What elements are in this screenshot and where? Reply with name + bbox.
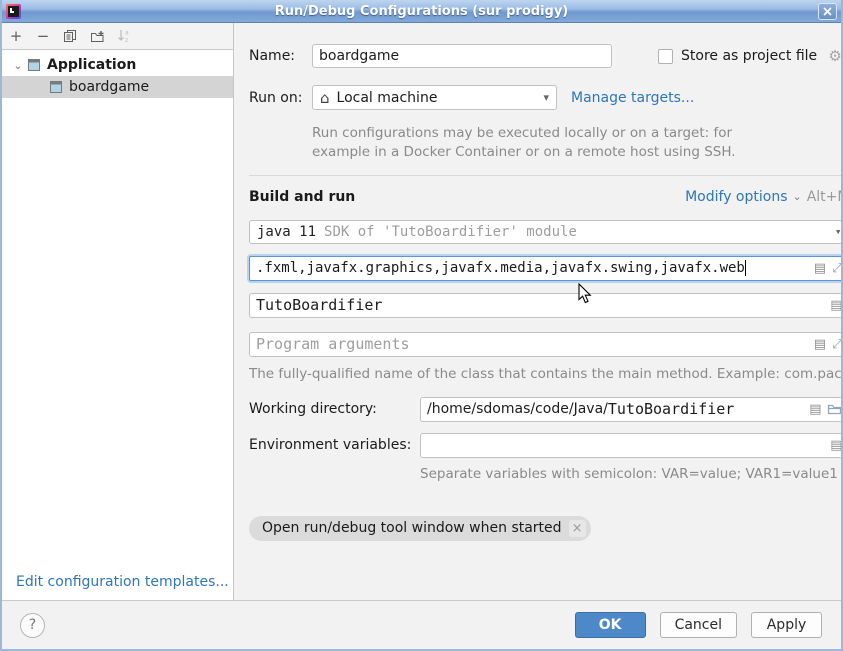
- name-label: Name:: [249, 48, 312, 64]
- sidebar-toolbar: + −: [2, 23, 233, 50]
- add-configuration-button[interactable]: +: [8, 28, 24, 44]
- text-caret: [745, 260, 746, 276]
- combo-arrow-icon: ▾: [543, 91, 549, 104]
- working-directory-label: Working directory:: [249, 401, 420, 417]
- dialog-footer: ? OK Cancel Apply: [2, 600, 841, 649]
- jre-select[interactable]: java 11 SDK of 'TutoBoardifier' module ▾: [249, 220, 843, 244]
- program-arguments-placeholder: Program arguments: [256, 335, 410, 353]
- close-window-button[interactable]: [818, 3, 837, 20]
- configurations-sidebar: + −: [2, 23, 234, 601]
- environment-variables-help-text: Separate variables with semicolon: VAR=v…: [420, 466, 843, 482]
- store-as-project-file-label: Store as project file: [681, 48, 817, 64]
- modify-options-shortcut: Alt+M: [807, 189, 843, 205]
- title-bar[interactable]: Run/Debug Configurations (sur prodigy): [2, 0, 841, 23]
- modify-options-link[interactable]: Modify options: [685, 189, 787, 205]
- working-directory-value: TutoBoardifier: [608, 400, 734, 418]
- insert-macros-icon[interactable]: ▤: [830, 299, 842, 312]
- help-button[interactable]: ?: [20, 613, 45, 638]
- store-as-project-file-checkbox[interactable]: [658, 49, 673, 64]
- environment-variables-input[interactable]: ▤: [420, 433, 843, 458]
- expand-field-icon[interactable]: ⤢: [832, 262, 842, 275]
- configuration-editor: Name: Store as project file ⚙ ⌄ Run on: …: [234, 23, 843, 601]
- insert-macros-icon[interactable]: ▤: [830, 439, 842, 452]
- copy-icon: [63, 29, 77, 43]
- gear-icon: ⚙: [828, 49, 841, 64]
- application-icon: [48, 79, 64, 95]
- jre-value: java 11: [257, 224, 316, 240]
- combo-arrow-icon: ▾: [835, 225, 842, 238]
- chevron-down-icon: ⌄: [793, 190, 802, 203]
- window-title: Run/Debug Configurations (sur prodigy): [2, 4, 841, 19]
- chevron-down-icon[interactable]: ⌄: [10, 59, 26, 72]
- sort-az-icon: a z: [117, 29, 131, 43]
- main-class-value: TutoBoardifier: [256, 296, 382, 314]
- new-folder-icon: [90, 30, 105, 43]
- run-debug-configurations-dialog: Run/Debug Configurations (sur prodigy) +…: [0, 0, 843, 651]
- manage-targets-link[interactable]: Manage targets...: [571, 90, 694, 106]
- program-arguments-input[interactable]: Program arguments ▤ ⤢: [249, 332, 843, 357]
- sort-configurations-button[interactable]: a z: [116, 28, 132, 44]
- tree-node-boardgame[interactable]: boardgame: [2, 76, 233, 98]
- section-divider: [249, 175, 843, 176]
- main-class-help-text: The fully-qualified name of the class th…: [249, 366, 843, 382]
- tree-node-label: boardgame: [69, 79, 149, 95]
- run-on-help-text: Run configurations may be executed local…: [312, 124, 764, 162]
- copy-configuration-button[interactable]: [62, 28, 78, 44]
- remove-tag-icon[interactable]: ×: [569, 520, 586, 537]
- svg-text:a: a: [125, 30, 129, 37]
- insert-macros-icon[interactable]: ▤: [809, 403, 821, 416]
- svg-text:z: z: [125, 37, 128, 43]
- run-on-value: Local machine: [337, 90, 438, 106]
- ok-button[interactable]: OK: [575, 612, 646, 638]
- new-folder-button[interactable]: [89, 28, 105, 44]
- vm-options-value: .fxml,javafx.graphics,javafx.media,javaf…: [256, 260, 745, 276]
- jre-hint: SDK of 'TutoBoardifier' module: [324, 224, 577, 240]
- main-class-input[interactable]: TutoBoardifier ▤: [249, 293, 843, 318]
- tree-node-application[interactable]: ⌄ Application: [2, 54, 233, 76]
- insert-macros-icon[interactable]: ▤: [814, 338, 826, 351]
- working-directory-input[interactable]: /home/sdomas/code/Java/ TutoBoardifier ▤: [420, 397, 843, 422]
- tree-node-label: Application: [47, 57, 136, 73]
- store-options-button[interactable]: ⚙ ⌄: [828, 49, 843, 64]
- environment-variables-label: Environment variables:: [249, 437, 420, 453]
- name-input[interactable]: [312, 44, 612, 68]
- apply-button[interactable]: Apply: [751, 612, 822, 638]
- close-icon: [823, 7, 832, 16]
- edit-configuration-templates-link[interactable]: Edit configuration templates...: [16, 574, 229, 590]
- run-on-select[interactable]: ⌂ Local machine ▾: [312, 85, 557, 110]
- application-icon: [26, 57, 42, 73]
- browse-folder-icon[interactable]: [827, 403, 842, 415]
- vm-options-input[interactable]: .fxml,javafx.graphics,javafx.media,javaf…: [249, 256, 843, 281]
- build-and-run-heading: Build and run: [249, 189, 355, 205]
- working-directory-prefix: /home/sdomas/code/Java/: [427, 401, 608, 417]
- run-on-label: Run on:: [249, 90, 312, 106]
- open-tool-window-tag-label: Open run/debug tool window when started: [262, 520, 562, 536]
- remove-configuration-button[interactable]: −: [35, 28, 51, 44]
- open-tool-window-tag[interactable]: Open run/debug tool window when started …: [249, 516, 591, 541]
- expand-field-icon[interactable]: ⤢: [832, 338, 842, 351]
- cancel-button[interactable]: Cancel: [660, 612, 737, 638]
- insert-macros-icon[interactable]: ▤: [814, 262, 826, 275]
- home-icon: ⌂: [320, 89, 330, 107]
- configurations-tree: ⌄ Application boardgame: [2, 50, 233, 98]
